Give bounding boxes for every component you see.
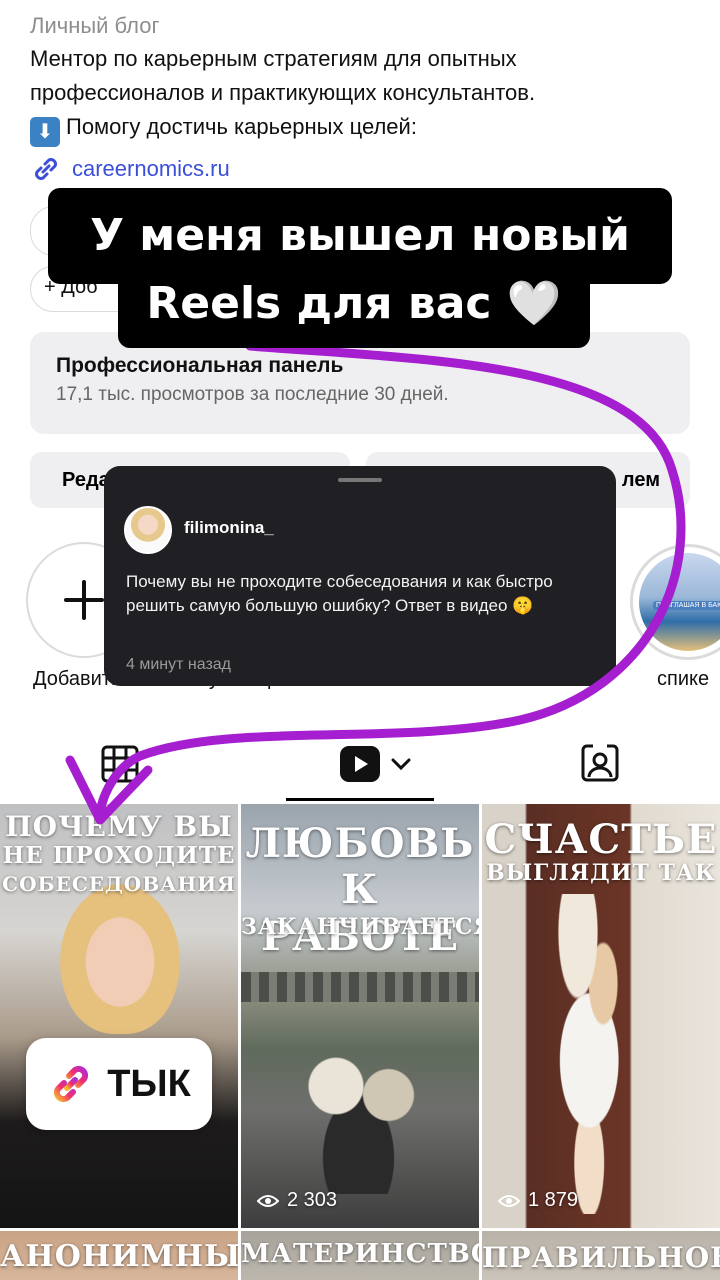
professional-dashboard-title: Профессиональная панель [56, 354, 344, 377]
bio-line-3-row: ⬇ Помогу достичь карьерных целей: [30, 110, 710, 147]
reel-4-title: АНОНИМНЫЕ [0, 1239, 238, 1274]
reel-2-people [291, 1014, 441, 1194]
bio-line-3: Помогу достичь карьерных целей: [66, 114, 417, 139]
reel-tile-5[interactable]: МАТЕРИНСТВО [241, 1231, 479, 1280]
popup-username: filimonina_ [184, 518, 274, 537]
reel-3-views: 1 879 [498, 1189, 578, 1212]
popup-drag-handle[interactable] [338, 478, 382, 482]
eye-icon [498, 1194, 520, 1207]
reel-tile-2[interactable]: ЛЮБОВЬ К РАБОТЕ ЗАКАНЧИВАЕТСЯ 2 303 [241, 804, 479, 1228]
highlight-travel[interactable]: ПРИГЛАШАЯ В БАКУ [630, 544, 720, 660]
link-icon [35, 158, 57, 180]
profile-link[interactable]: careernomics.ru [30, 153, 710, 185]
avatar [124, 506, 172, 554]
link-sticker[interactable]: ТЫК [26, 1038, 212, 1130]
reel-5-title: МАТЕРИНСТВО [241, 1239, 479, 1269]
down-arrow-emoji-icon: ⬇ [30, 117, 60, 147]
profile-category: Личный блог [30, 13, 160, 38]
reel-tile-1[interactable]: ПОЧЕМУ ВЫ НЕ ПРОХОДИТЕ СОБЕСЕДОВАНИЯ [0, 804, 238, 1228]
highlight-travel-cover: ПРИГЛАШАЯ В БАКУ [639, 553, 720, 651]
reel-1-title-line-2: НЕ ПРОХОДИТЕ [2, 842, 236, 869]
reel-6-title: ПРАВИЛЬНОЕ [482, 1241, 720, 1274]
reel-1-person [60, 884, 180, 1034]
bio-line-1: Ментор по карьерным стратегиям для опытн… [30, 46, 517, 71]
edit-profile-label: Реда [62, 469, 110, 491]
reel-2-title-line-1: ЛЮБОВЬ [245, 820, 475, 867]
reel-3-views-count: 1 879 [528, 1189, 579, 1211]
reel-popup-card[interactable]: filimonina_ Почему вы не проходите собес… [104, 466, 616, 686]
reels-icon[interactable] [338, 742, 382, 786]
professional-dashboard-stats: 17,1 тыс. просмотров за последние 30 дне… [56, 384, 449, 405]
reel-2-title-line-2: К РАБОТЕ [261, 866, 459, 960]
share-profile-label: лем [621, 469, 660, 491]
reel-1-title-line-3: СОБЕСЕДОВАНИЯ [2, 872, 236, 896]
profile-bio: Личный блог Ментор по карьерным стратеги… [30, 10, 710, 185]
reel-2-views: 2 303 [257, 1189, 337, 1212]
reel-2-bridge [241, 972, 479, 1002]
popup-message: Почему вы не проходите собеседования и к… [126, 572, 553, 615]
active-tab-indicator [286, 798, 434, 801]
bio-line-2: профессионалов и практикующих консультан… [30, 80, 536, 105]
profile-link-text: careernomics.ru [72, 156, 230, 181]
link-sticker-label: ТЫК [107, 1062, 191, 1105]
reel-2-title-line-3: ЗАКАНЧИВАЕТСЯ [241, 914, 479, 940]
tagged-icon[interactable] [579, 742, 621, 784]
popup-time: 4 минут назад [126, 656, 232, 673]
reel-1-title-line-1: ПОЧЕМУ ВЫ [5, 810, 233, 843]
link-sticker-icon [54, 1065, 89, 1103]
grid-icon[interactable] [100, 744, 140, 784]
reel-3-title-line-1: СЧАСТЬЕ [484, 816, 718, 863]
reel-2-views-count: 2 303 [287, 1189, 338, 1211]
reel-tile-6[interactable]: ПРАВИЛЬНОЕ [482, 1231, 720, 1280]
story-banner-line-2: Reels для вас 🤍 [118, 268, 590, 348]
reel-3-people [522, 894, 662, 1214]
reel-tile-3[interactable]: СЧАСТЬЕ ВЫГЛЯДИТ ТАК 1 879 [482, 804, 720, 1228]
highlight-travel-badge: ПРИГЛАШАЯ В БАКУ [653, 601, 720, 610]
highlight-label-speaker: спике [657, 668, 710, 690]
chevron-down-icon[interactable] [389, 752, 413, 776]
profile-tabs [0, 736, 720, 802]
eye-icon [257, 1194, 279, 1207]
reel-tile-4[interactable]: АНОНИМНЫЕ [0, 1231, 238, 1280]
reel-3-title-line-2: ВЫГЛЯДИТ ТАК [486, 860, 716, 886]
